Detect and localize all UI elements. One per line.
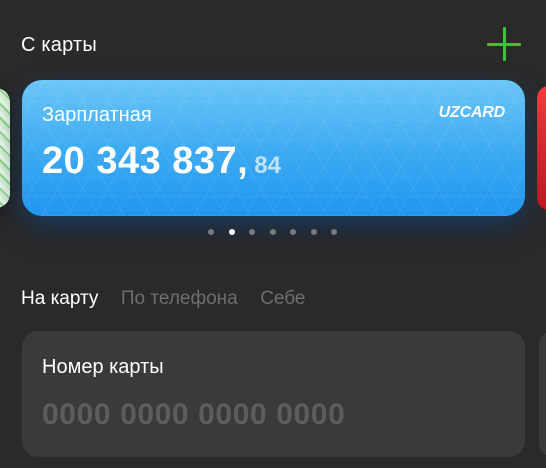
balance-amount: 20 343 837, <box>42 140 249 182</box>
next-card-peek[interactable] <box>537 86 546 210</box>
tab-by-phone[interactable]: По телефона <box>121 288 238 310</box>
card-number-panel: Номер карты <box>22 331 525 457</box>
previous-card-peek[interactable] <box>0 88 10 208</box>
add-card-button[interactable] <box>486 26 522 62</box>
source-card[interactable]: Зарплатная UZCARD 20 343 837, 84 <box>22 80 525 216</box>
card-balance: 20 343 837, 84 <box>42 140 281 183</box>
pagination-dot[interactable] <box>310 229 317 235</box>
balance-cents: 84 <box>254 152 281 179</box>
pagination-dot[interactable] <box>290 229 296 235</box>
uzcard-logo: UZCARD <box>438 104 506 121</box>
card-name: Зарплатная <box>42 104 152 126</box>
next-panel-peek <box>539 331 546 457</box>
pagination-dot[interactable] <box>208 229 214 235</box>
pagination-dot[interactable] <box>269 229 276 235</box>
source-section-title: С карты <box>21 34 97 56</box>
pagination-dot[interactable] <box>331 229 337 235</box>
destination-tabs: На карту По телефона Себе <box>21 288 324 312</box>
card-number-label: Номер карты <box>42 356 164 378</box>
tab-to-card[interactable]: На карту <box>21 288 98 310</box>
pagination-dot[interactable] <box>249 229 255 235</box>
card-pagination <box>0 229 546 237</box>
card-number-input[interactable] <box>42 393 502 437</box>
pagination-dot[interactable] <box>228 229 235 235</box>
transfer-screen: С карты Зарплатная UZCARD 20 343 837, 84 … <box>0 0 546 468</box>
tab-to-self[interactable]: Себе <box>260 288 305 310</box>
